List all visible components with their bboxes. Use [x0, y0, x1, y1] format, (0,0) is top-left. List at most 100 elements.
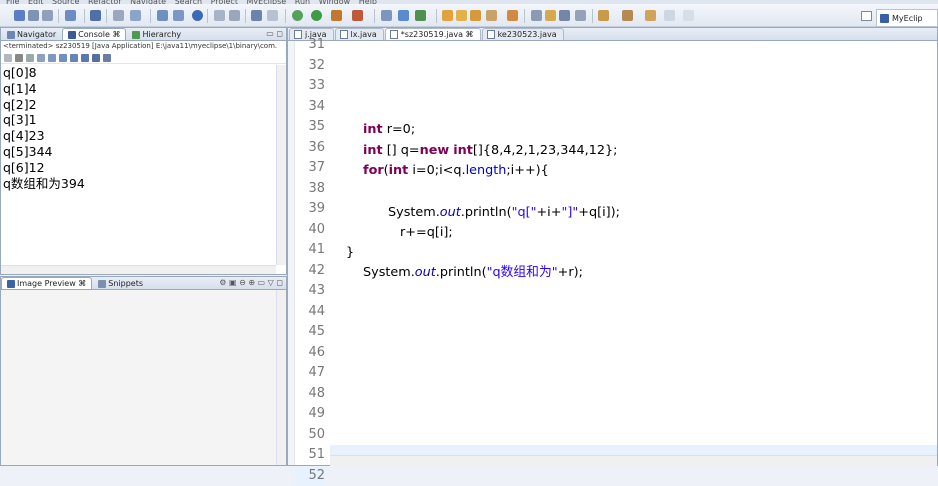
line-number: 40 — [308, 221, 325, 237]
toggle-mark-icon[interactable] — [531, 10, 542, 21]
code-line-38: System.out.println("q["+i+"]"+q[i]); — [388, 202, 937, 223]
server-icon[interactable] — [90, 10, 101, 21]
line-number: 36 — [308, 139, 325, 155]
string-literal: "q数组和为" — [486, 265, 558, 280]
forward-icon[interactable] — [683, 10, 694, 21]
show-stderr-icon[interactable] — [70, 53, 78, 62]
tab-ke230523-java[interactable]: ke230523.java — [481, 28, 564, 40]
scroll-lock-icon[interactable] — [37, 53, 45, 62]
image-preview-scrollbar[interactable] — [276, 290, 286, 465]
line-number: 51 — [308, 447, 325, 462]
last-edit-icon[interactable] — [645, 10, 656, 21]
globe-icon[interactable] — [192, 10, 203, 21]
tab-label: Image Preview ⌘ — [17, 279, 87, 288]
db-icon[interactable] — [251, 10, 262, 21]
editor-tabs: j.java lx.java *sz230519.java ⌘ ke230523… — [288, 28, 937, 41]
code-line-39: r+=q[i]; — [400, 222, 937, 243]
remove-all-icon[interactable] — [26, 53, 34, 62]
open-resource-icon[interactable] — [173, 10, 184, 21]
open-perspective-icon[interactable] — [861, 11, 872, 21]
console-output: q[0]8 q[1]4 q[2]2 q[3]1 q[4]23 q[5]344 q… — [1, 64, 286, 191]
console-status: <terminated> sz230519 [Java Application]… — [3, 42, 278, 50]
word-wrap-icon[interactable] — [48, 53, 56, 62]
line-number: 48 — [308, 385, 325, 401]
tab-label: Navigator — [17, 30, 57, 39]
code-text: +q[i]); — [578, 205, 620, 220]
minimize-maximize-icon[interactable]: ▭ ◻ — [266, 29, 283, 38]
tab-sz230519-java[interactable]: *sz230519.java ⌘ — [384, 28, 481, 40]
field-name: length — [465, 163, 507, 178]
line-number: 41 — [308, 242, 325, 257]
new-icon[interactable] — [14, 10, 25, 21]
prev-annotation-icon[interactable] — [622, 10, 633, 21]
annotation-ruler[interactable] — [288, 41, 295, 465]
new-java-project-icon[interactable] — [381, 10, 392, 21]
tab-navigator[interactable]: Navigator — [1, 28, 62, 40]
next-annotation-icon[interactable] — [598, 10, 609, 21]
console-line: q[0]8 — [3, 65, 37, 80]
editor-horizontal-scrollbar[interactable] — [330, 455, 937, 465]
image-preview-icon — [7, 279, 15, 288]
string-literal: "q[" — [511, 205, 537, 220]
highlight-icon[interactable] — [545, 10, 556, 21]
tab-console[interactable]: Console ⌘ — [62, 28, 127, 40]
open-type-icon[interactable] — [157, 10, 168, 21]
console-horizontal-scrollbar[interactable] — [1, 265, 276, 274]
deploy-icon[interactable] — [65, 10, 76, 21]
string-literal: "]" — [561, 205, 579, 220]
line-number: 52 — [295, 465, 325, 486]
display-console-icon[interactable] — [92, 53, 100, 62]
tab-hierarchy[interactable]: Hierarchy — [126, 28, 187, 40]
debug-icon[interactable] — [292, 10, 303, 21]
pencil-icon[interactable] — [486, 10, 497, 21]
toolbar-separator — [285, 9, 286, 23]
console-vertical-scrollbar[interactable] — [276, 65, 286, 265]
console-line: q[1]4 — [3, 80, 37, 96]
static-field: out — [439, 205, 461, 220]
tab-image-preview[interactable]: Image Preview ⌘ — [1, 277, 93, 289]
static-field: out — [414, 265, 436, 280]
new-class-icon[interactable] — [415, 10, 426, 21]
show-whitespace-icon[interactable] — [575, 10, 586, 21]
code-text: System. — [363, 265, 415, 280]
browser-icon[interactable] — [267, 10, 278, 21]
wizard2-icon[interactable] — [130, 10, 141, 21]
link-icon[interactable] — [214, 10, 225, 21]
tab-lx-java[interactable]: lx.java — [334, 28, 384, 40]
coverage-icon[interactable] — [352, 10, 363, 21]
keyword: int — [363, 122, 383, 137]
wizard-icon[interactable] — [113, 10, 124, 21]
save-icon[interactable] — [28, 10, 39, 21]
image-preview-toolbar-icon[interactable]: ⚙ ▣ ⊖ ⊕ ▭ ▽ ◻ — [219, 278, 283, 287]
tab-snippets[interactable]: Snippets — [92, 277, 149, 289]
code-line-41: System.out.println("q数组和为"+r); — [363, 262, 937, 283]
code-text: r+=q[i]; — [400, 225, 453, 240]
run-icon[interactable] — [311, 10, 322, 21]
show-stdout-icon[interactable] — [59, 53, 67, 62]
print-icon[interactable] — [42, 10, 53, 21]
code-area[interactable]: int r=0; int [] q=new int[]{8,4,2,1,23,3… — [330, 41, 937, 466]
remove-launch-icon[interactable] — [15, 53, 23, 62]
toolbar-separator — [245, 9, 246, 23]
tab-label: lx.java — [350, 30, 377, 39]
line-number: 39 — [308, 201, 325, 216]
folder2-icon[interactable] — [456, 10, 467, 21]
search-icon[interactable] — [507, 10, 518, 21]
perspective-label: MyEclip — [892, 13, 923, 23]
external-tools-icon[interactable] — [331, 10, 342, 21]
unlink-icon[interactable] — [229, 10, 240, 21]
perspective-switcher[interactable]: MyEclip — [876, 9, 938, 27]
terminate-icon[interactable] — [4, 53, 12, 62]
pin-console-icon[interactable] — [81, 53, 89, 62]
block-select-icon[interactable] — [559, 10, 570, 21]
new-package-icon[interactable] — [398, 10, 409, 21]
line-number: 38 — [308, 180, 325, 196]
keyword: for — [363, 163, 384, 178]
folder-icon[interactable] — [442, 10, 453, 21]
folder3-icon[interactable] — [470, 10, 481, 21]
console-line: q[5]344 — [3, 143, 53, 159]
back-icon[interactable] — [664, 10, 675, 21]
image-preview-area — [1, 290, 276, 465]
line-number: 42 — [308, 262, 325, 278]
open-console-icon[interactable] — [103, 53, 111, 62]
